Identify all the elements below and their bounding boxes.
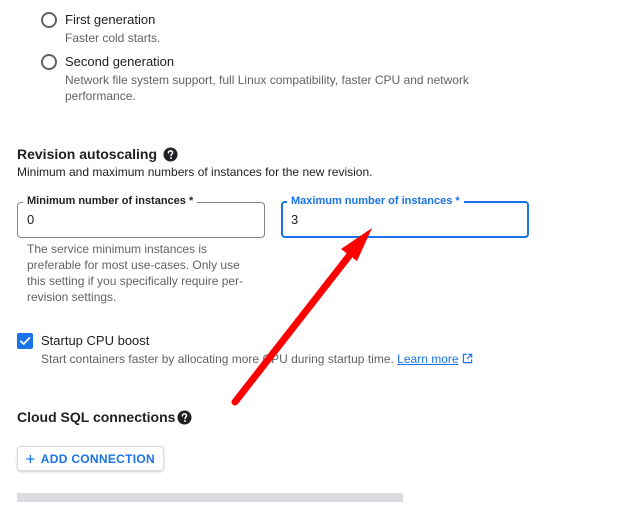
annotation-arrow [231,228,372,406]
